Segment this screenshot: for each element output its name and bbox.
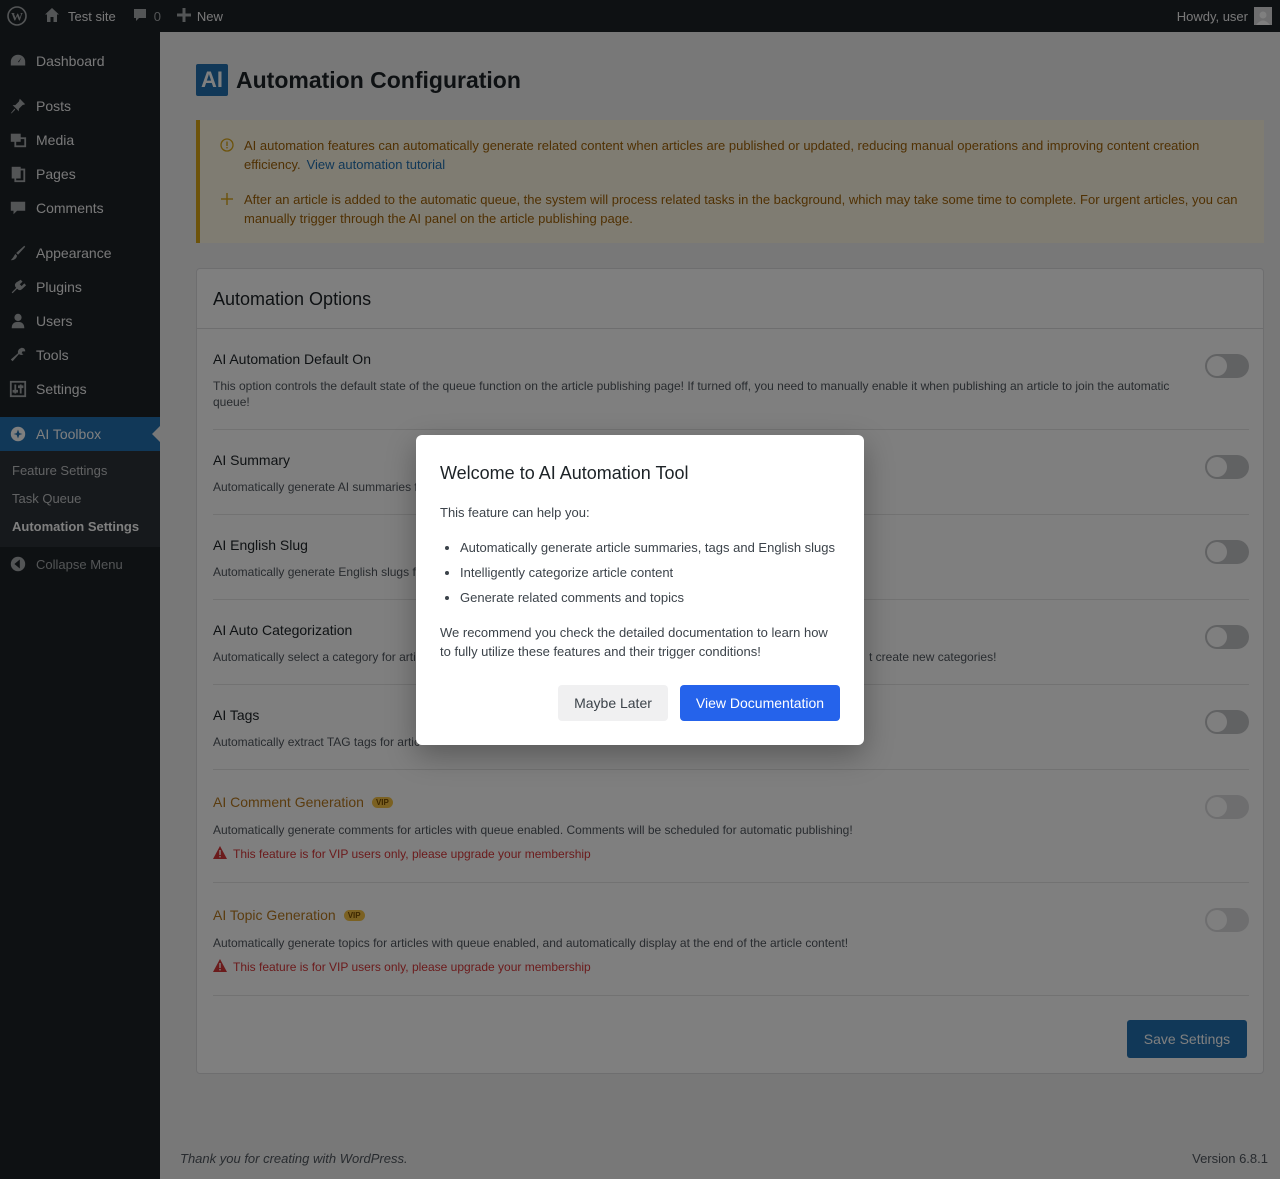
modal-intro: This feature can help you: <box>440 505 590 520</box>
modal-title: Welcome to AI Automation Tool <box>440 463 689 483</box>
list-item: Intelligently categorize article content <box>460 564 850 589</box>
welcome-modal: Welcome to AI Automation Tool This featu… <box>416 435 864 745</box>
view-documentation-button[interactable]: View Documentation <box>680 685 840 721</box>
list-item: Automatically generate article summaries… <box>460 539 850 564</box>
list-item: Generate related comments and topics <box>460 589 850 614</box>
maybe-later-button[interactable]: Maybe Later <box>558 685 668 721</box>
feature-list: Automatically generate article summaries… <box>460 539 850 614</box>
modal-recommendation: We recommend you check the detailed docu… <box>440 625 828 659</box>
